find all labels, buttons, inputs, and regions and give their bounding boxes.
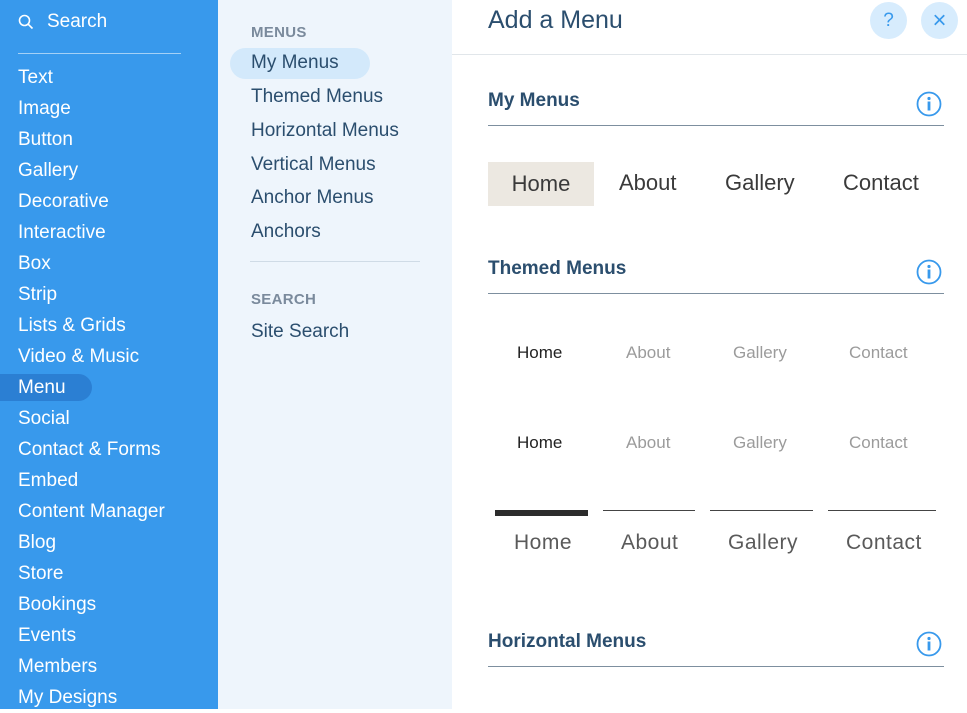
themed2-item-home[interactable]: Home [517, 433, 562, 453]
themed1-item-contact[interactable]: Contact [849, 343, 908, 363]
themed3-item-contact[interactable]: Contact [846, 531, 922, 555]
sub-item-themed-menus[interactable]: Themed Menus [251, 86, 383, 108]
category-label: Gallery [18, 160, 79, 181]
menus-heading: MENUS [251, 24, 307, 41]
info-icon[interactable] [916, 259, 942, 285]
category-panel: Search Text Image Button Gallery Decorative I… [0, 0, 218, 709]
category-item-contact-forms[interactable]: Contact & Forms [0, 434, 218, 465]
main-panel: Add a Menu ? × My Menus Home About Galle… [452, 0, 967, 709]
category-item-gallery[interactable]: Gallery [0, 155, 218, 186]
themed3-item-gallery[interactable]: Gallery [728, 531, 798, 555]
category-item-social[interactable]: Social [0, 403, 218, 434]
category-item-members[interactable]: Members [0, 651, 218, 682]
category-item-bookings[interactable]: Bookings [0, 589, 218, 620]
category-label: Interactive [18, 222, 106, 243]
sub-item-vertical-menus[interactable]: Vertical Menus [251, 154, 376, 176]
close-button[interactable]: × [921, 2, 958, 39]
themed2-item-contact[interactable]: Contact [849, 433, 908, 453]
sub-item-anchors[interactable]: Anchors [251, 221, 321, 243]
page-title: Add a Menu [488, 6, 623, 34]
themed3-item-about[interactable]: About [621, 531, 678, 555]
info-icon[interactable] [916, 91, 942, 117]
section-divider [488, 666, 944, 667]
category-label: Blog [18, 532, 57, 553]
category-item-menu[interactable]: Menu [0, 372, 218, 403]
category-item-interactive[interactable]: Interactive [0, 217, 218, 248]
sub-item-horizontal-menus[interactable]: Horizontal Menus [251, 120, 399, 142]
category-label: Contact & Forms [18, 439, 161, 460]
my-menu-item-contact[interactable]: Contact [843, 170, 919, 196]
tab-underline [710, 510, 813, 511]
category-label: Video & Music [18, 346, 140, 367]
category-item-blog[interactable]: Blog [0, 527, 218, 558]
category-item-button[interactable]: Button [0, 124, 218, 155]
search-heading: SEARCH [251, 291, 317, 308]
category-label: Members [18, 656, 98, 677]
category-label: Strip [18, 284, 58, 305]
category-label: Decorative [18, 191, 109, 212]
category-item-my-designs[interactable]: My Designs [0, 682, 218, 713]
category-item-image[interactable]: Image [0, 93, 218, 124]
category-item-embed[interactable]: Embed [0, 465, 218, 496]
category-label: My Designs [18, 687, 118, 708]
panel-header: Add a Menu ? × [452, 0, 967, 55]
section-title-my-menus: My Menus [488, 90, 580, 111]
search-label: Search [47, 11, 108, 32]
category-item-strip[interactable]: Strip [0, 279, 218, 310]
category-list: Text Image Button Gallery Decorative Interact… [0, 62, 218, 713]
themed1-item-about[interactable]: About [626, 343, 670, 363]
active-underline [495, 510, 588, 516]
section-divider [488, 125, 944, 126]
tab-underline [603, 510, 695, 511]
help-button[interactable]: ? [870, 2, 907, 39]
category-label: Lists & Grids [18, 315, 126, 336]
section-divider [488, 293, 944, 294]
category-item-text[interactable]: Text [0, 62, 218, 93]
search-field[interactable]: Search [18, 10, 181, 54]
category-label: Store [18, 563, 64, 584]
menu-type-panel: MENUS My Menus Themed Menus Horizontal Men… [218, 0, 452, 709]
divider [250, 261, 420, 262]
sub-item-my-menus[interactable]: My Menus [251, 52, 339, 74]
sub-item-site-search[interactable]: Site Search [251, 321, 349, 343]
themed2-item-about[interactable]: About [626, 433, 670, 453]
section-title-themed-menus: Themed Menus [488, 258, 627, 279]
category-item-content-manager[interactable]: Content Manager [0, 496, 218, 527]
category-label: Social [18, 408, 70, 429]
info-icon[interactable] [916, 631, 942, 657]
category-item-store[interactable]: Store [0, 558, 218, 589]
category-label: Content Manager [18, 501, 165, 522]
my-menu-item-home[interactable]: Home [488, 162, 594, 206]
category-label: Button [18, 129, 73, 150]
search-icon [18, 14, 34, 30]
category-label: Bookings [18, 594, 97, 615]
category-item-video-music[interactable]: Video & Music [0, 341, 218, 372]
themed1-item-gallery[interactable]: Gallery [733, 343, 787, 363]
category-label: Embed [18, 470, 79, 491]
category-item-lists-grids[interactable]: Lists & Grids [0, 310, 218, 341]
themed2-item-gallery[interactable]: Gallery [733, 433, 787, 453]
my-menu-item-gallery[interactable]: Gallery [725, 170, 795, 196]
category-label: Events [18, 625, 77, 646]
close-icon: × [932, 7, 947, 34]
category-label: Text [18, 67, 53, 88]
themed1-item-home[interactable]: Home [517, 343, 562, 363]
category-label: Image [18, 98, 71, 119]
section-title-horizontal-menus: Horizontal Menus [488, 631, 647, 652]
sub-item-anchor-menus[interactable]: Anchor Menus [251, 187, 374, 209]
my-menu-item-about[interactable]: About [619, 170, 677, 196]
category-item-decorative[interactable]: Decorative [0, 186, 218, 217]
category-label: Menu [18, 377, 66, 398]
help-icon: ? [883, 10, 894, 31]
category-item-box[interactable]: Box [0, 248, 218, 279]
category-label: Box [18, 253, 51, 274]
themed3-item-home[interactable]: Home [514, 531, 572, 555]
category-item-events[interactable]: Events [0, 620, 218, 651]
tab-underline [828, 510, 936, 511]
